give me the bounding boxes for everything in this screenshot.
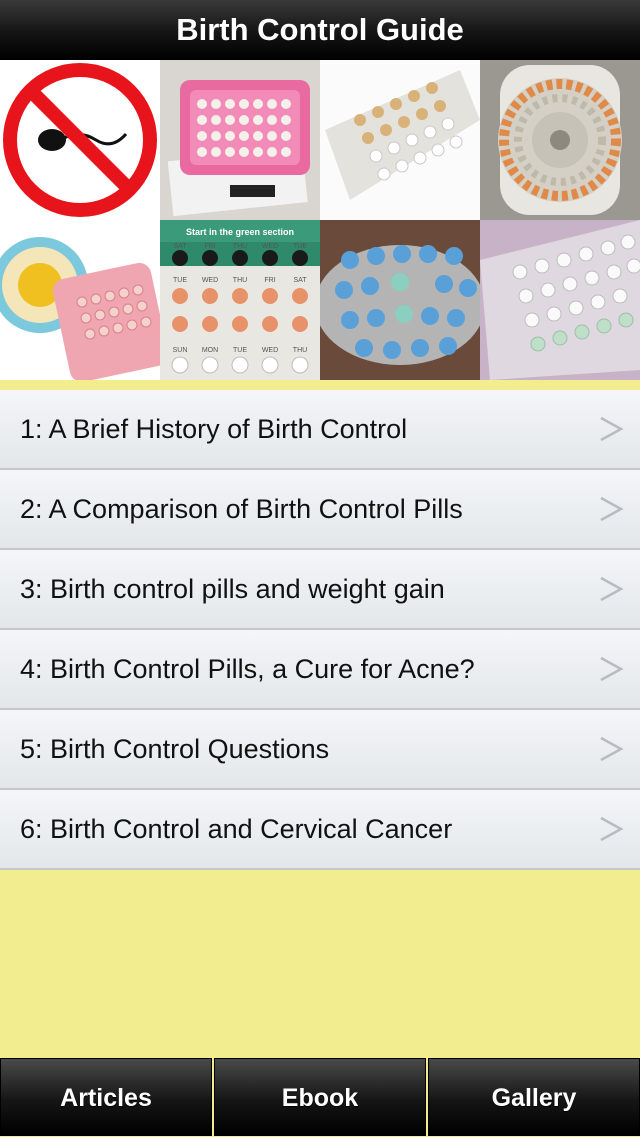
- article-row-5[interactable]: 5: Birth Control Questions: [0, 710, 640, 790]
- pill-wheel-and-pack-image[interactable]: [0, 220, 160, 380]
- day-label: FRI: [264, 277, 275, 284]
- page-title: Birth Control Guide: [176, 12, 464, 47]
- article-row-3[interactable]: 3: Birth control pills and weight gain: [0, 550, 640, 630]
- tab-gallery[interactable]: Gallery: [428, 1058, 640, 1136]
- chevron-right-icon: [600, 416, 624, 442]
- day-label: FRI: [204, 243, 215, 250]
- article-title: 6: Birth Control and Cervical Cancer: [20, 814, 453, 844]
- blue-pill-blister-image[interactable]: [320, 220, 480, 380]
- tab-ebook[interactable]: Ebook: [214, 1058, 426, 1136]
- pink-pill-case-image[interactable]: [160, 60, 320, 220]
- day-label: WED: [262, 243, 278, 250]
- chevron-right-icon: [600, 816, 624, 842]
- day-label: WED: [202, 277, 218, 284]
- article-title: 2: A Comparison of Birth Control Pills: [20, 494, 463, 524]
- article-row-4[interactable]: 4: Birth Control Pills, a Cure for Acne?: [0, 630, 640, 710]
- round-pill-dispenser-image[interactable]: [480, 60, 640, 220]
- day-label: TUE: [233, 347, 247, 354]
- article-title: 4: Birth Control Pills, a Cure for Acne?: [20, 654, 475, 684]
- chevron-right-icon: [600, 496, 624, 522]
- day-label: SAT: [293, 277, 307, 284]
- nav-bar: Birth Control Guide: [0, 0, 640, 60]
- day-label: THU: [293, 347, 307, 354]
- pack-caption: Start in the green section: [186, 227, 294, 237]
- article-row-2[interactable]: 2: A Comparison of Birth Control Pills: [0, 470, 640, 550]
- chevron-right-icon: [600, 656, 624, 682]
- day-label: SAT: [173, 243, 187, 250]
- tab-articles[interactable]: Articles: [0, 1058, 212, 1136]
- pill-blister-pack-image[interactable]: [320, 60, 480, 220]
- chevron-right-icon: [600, 576, 624, 602]
- no-sperm-sign-image[interactable]: [0, 60, 160, 220]
- day-label: THU: [233, 243, 247, 250]
- article-list: 1: A Brief History of Birth Control 2: A…: [0, 390, 640, 870]
- white-pill-blister-image[interactable]: [480, 220, 640, 380]
- image-gallery: Start in the green section SAT FRI THU W…: [0, 60, 640, 380]
- day-labeled-pill-pack-image[interactable]: Start in the green section SAT FRI THU W…: [160, 220, 320, 380]
- day-label: TUE: [173, 277, 187, 284]
- article-row-6[interactable]: 6: Birth Control and Cervical Cancer: [0, 790, 640, 870]
- day-label: WED: [262, 347, 278, 354]
- article-title: 5: Birth Control Questions: [20, 734, 330, 764]
- article-title: 3: Birth control pills and weight gain: [20, 574, 445, 604]
- day-label: TUE: [293, 243, 307, 250]
- day-label: SUN: [173, 347, 188, 354]
- day-label: THU: [233, 277, 247, 284]
- article-row-1[interactable]: 1: A Brief History of Birth Control: [0, 390, 640, 470]
- chevron-right-icon: [600, 736, 624, 762]
- day-label: MON: [202, 347, 218, 354]
- article-title: 1: A Brief History of Birth Control: [20, 414, 408, 444]
- tab-bar: Articles Ebook Gallery: [0, 1056, 640, 1136]
